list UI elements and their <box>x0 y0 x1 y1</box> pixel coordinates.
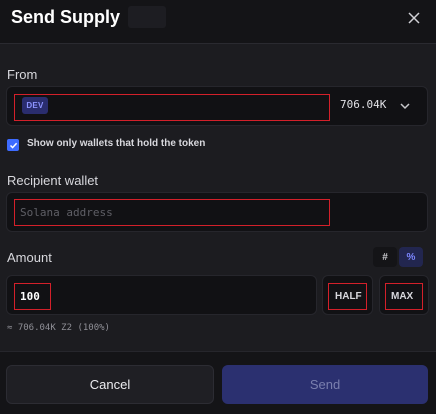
title-chip <box>128 6 166 28</box>
from-wallet-highlight <box>14 94 330 121</box>
chevron-down-icon[interactable] <box>398 99 412 113</box>
amount-approximation: ≈ 706.04K Z2 (100%) <box>7 323 110 333</box>
dev-badge: DEV <box>22 97 48 114</box>
checkmark-icon <box>9 142 17 149</box>
modal-header: Send Supply <box>0 0 436 44</box>
close-icon <box>408 12 420 24</box>
mode-percent-button[interactable]: % <box>399 247 423 267</box>
close-button[interactable] <box>402 6 426 30</box>
send-supply-modal: Send Supply From DEV 706.04K Show only w… <box>0 0 436 414</box>
from-balance: 706.04K <box>340 98 387 111</box>
holders-only-label: Show only wallets that hold the token <box>27 138 206 149</box>
amount-input[interactable] <box>20 289 48 304</box>
amount-field <box>6 275 317 315</box>
half-label: HALF <box>335 291 362 302</box>
amount-label: Amount <box>7 250 52 265</box>
recipient-label: Recipient wallet <box>7 173 99 188</box>
mode-absolute-button[interactable]: # <box>373 247 397 267</box>
max-label: MAX <box>391 291 414 302</box>
holders-only-checkbox[interactable] <box>7 139 19 151</box>
from-label: From <box>7 67 38 82</box>
send-button[interactable]: Send <box>222 365 428 404</box>
cancel-button[interactable]: Cancel <box>6 365 214 404</box>
recipient-address-input[interactable] <box>20 205 320 220</box>
modal-title: Send Supply <box>11 7 121 27</box>
